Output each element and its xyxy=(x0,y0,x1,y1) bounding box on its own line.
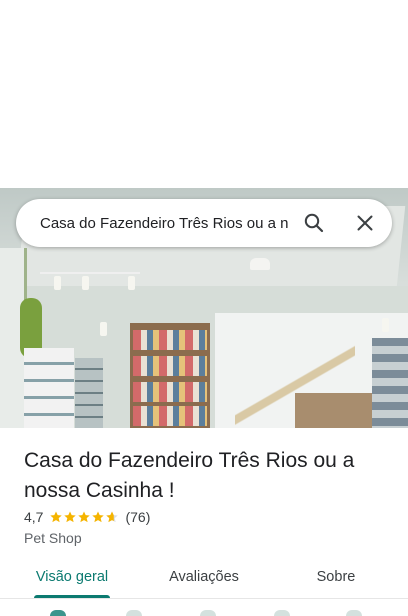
photo-shelf-left xyxy=(24,348,74,428)
tab-overview[interactable]: Visão geral xyxy=(24,558,120,596)
photo-shelf-left-2 xyxy=(75,358,103,428)
search-input[interactable]: Casa do Fazendeiro Três Rios ou a n xyxy=(40,214,304,234)
action-button-edge xyxy=(50,610,66,616)
photo-spotlight xyxy=(54,276,61,290)
action-button-edge xyxy=(126,610,142,616)
place-tabs: Visão geral Avaliações Sobre xyxy=(0,558,408,598)
photo-spotlight xyxy=(128,276,135,290)
action-button-edge xyxy=(274,610,290,616)
search-bar[interactable]: Casa do Fazendeiro Três Rios ou a n xyxy=(16,199,392,247)
photo-counter xyxy=(295,393,375,428)
star-icon xyxy=(50,511,63,523)
action-button-edge xyxy=(200,610,216,616)
tabs-divider xyxy=(0,598,408,599)
photo-spotlight xyxy=(82,276,89,290)
photo-spotlight xyxy=(100,322,107,336)
star-half-icon xyxy=(106,511,119,523)
photo-shelf-row xyxy=(133,382,207,402)
tab-reviews[interactable]: Avaliações xyxy=(158,558,250,596)
close-icon[interactable] xyxy=(353,211,377,235)
star-icon xyxy=(92,511,105,523)
star-icon xyxy=(78,511,91,523)
place-title: Casa do Fazendeiro Três Rios ou a nossa … xyxy=(24,449,355,502)
star-icon xyxy=(64,511,77,523)
photo-lamp xyxy=(250,258,270,270)
photo-shelf-row xyxy=(133,330,207,350)
place-category[interactable]: Pet Shop xyxy=(24,529,82,547)
photo-shelf-row xyxy=(133,406,207,426)
photo-spotlight xyxy=(382,318,389,332)
review-count[interactable]: (76) xyxy=(125,509,150,525)
map-area-blank xyxy=(0,0,408,188)
action-button-edge xyxy=(346,610,362,616)
photo-shelf-right xyxy=(372,338,408,428)
photo-light-track xyxy=(40,272,140,274)
photo-shelf-row xyxy=(133,356,207,376)
rating-stars xyxy=(49,510,119,524)
tab-about[interactable]: Sobre xyxy=(300,558,372,596)
rating-row[interactable]: 4,7 (76) xyxy=(24,508,150,526)
rating-value: 4,7 xyxy=(24,509,44,525)
search-icon[interactable] xyxy=(302,211,326,235)
